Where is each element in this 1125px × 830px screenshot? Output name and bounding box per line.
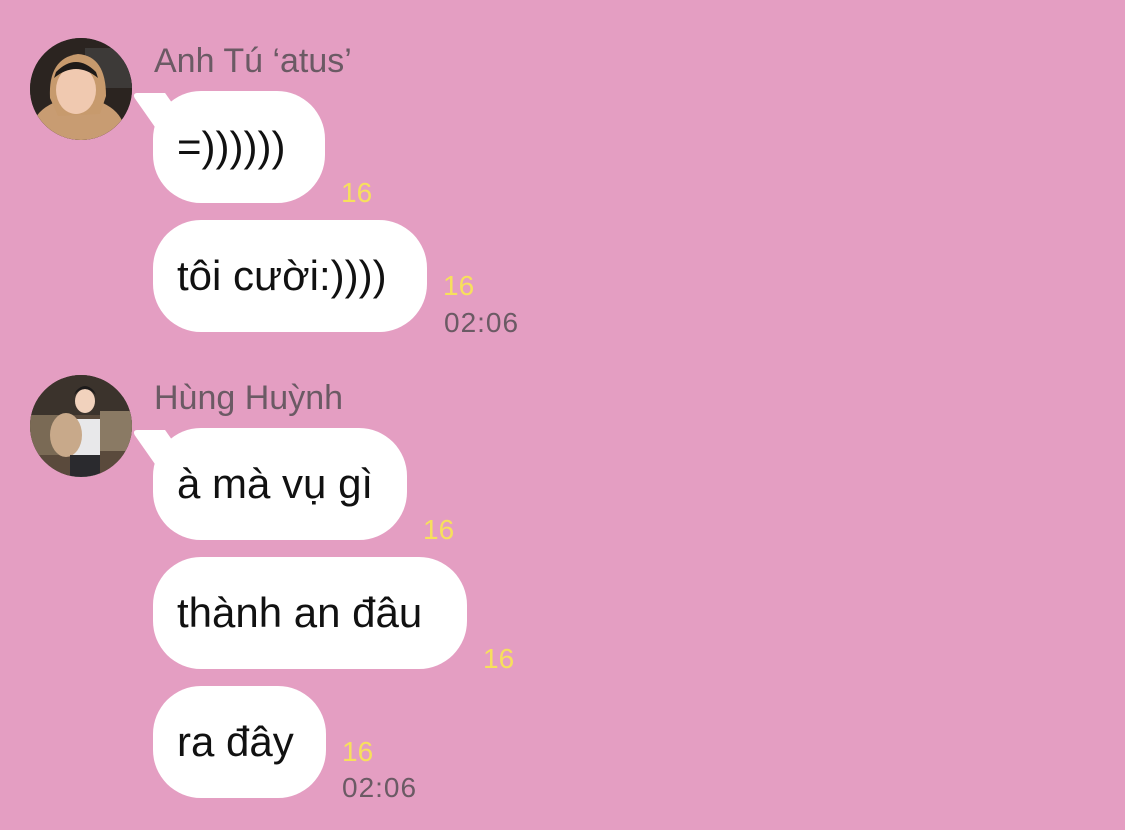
message-time: 02:06 (444, 307, 520, 338)
message-bubble[interactable]: =)))))) (153, 91, 325, 203)
read-count: 16 (341, 177, 373, 208)
message-bubble[interactable]: à mà vụ gì (153, 428, 407, 540)
chat-thread: Anh Tú ‘atus’ =)))))) 16 tôi cười:)))) 1… (0, 0, 1125, 830)
read-count: 16 (423, 514, 455, 545)
read-count: 16 (483, 643, 515, 674)
sender-avatar[interactable] (30, 38, 132, 140)
sender-name: Hùng Huỳnh (154, 379, 344, 417)
message-bubble[interactable]: tôi cười:)))) (153, 220, 427, 332)
read-count: 16 (443, 270, 475, 301)
read-count: 16 (342, 736, 374, 767)
user-avatar-icon (30, 375, 132, 477)
user-avatar-icon (30, 38, 132, 140)
message-bubble[interactable]: thành an đâu (153, 557, 467, 669)
message-time: 02:06 (342, 772, 418, 803)
sender-avatar[interactable] (30, 375, 132, 477)
sender-name: Anh Tú ‘atus’ (154, 42, 352, 80)
message-bubble[interactable]: ra đây (153, 686, 326, 798)
